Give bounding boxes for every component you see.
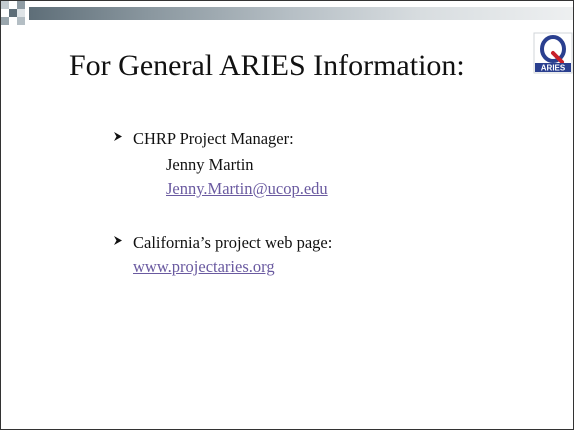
bullet-list: CHRP Project Manager: Jenny Martin Jenny… xyxy=(113,127,533,279)
arrow-bullet-icon xyxy=(114,132,122,141)
contact-name: Jenny Martin xyxy=(166,155,254,174)
web-page-label: California’s project web page: xyxy=(133,233,333,252)
slide: ARIES For General ARIES Information: CHR… xyxy=(0,0,574,430)
bullet-project-web-page: California’s project web page: www.proje… xyxy=(113,231,533,279)
email-link[interactable]: Jenny.Martin@ucop.edu xyxy=(166,179,328,198)
bullet-project-manager: CHRP Project Manager: Jenny Martin Jenny… xyxy=(113,127,533,201)
slide-title: For General ARIES Information: xyxy=(69,49,465,82)
project-manager-label: CHRP Project Manager: xyxy=(133,129,294,148)
header-gradient-band xyxy=(29,7,573,20)
logo-text: ARIES xyxy=(541,64,566,73)
arrow-bullet-icon xyxy=(114,236,122,245)
website-link[interactable]: www.projectaries.org xyxy=(133,257,275,276)
aries-q-logo-icon: ARIES xyxy=(533,32,573,74)
